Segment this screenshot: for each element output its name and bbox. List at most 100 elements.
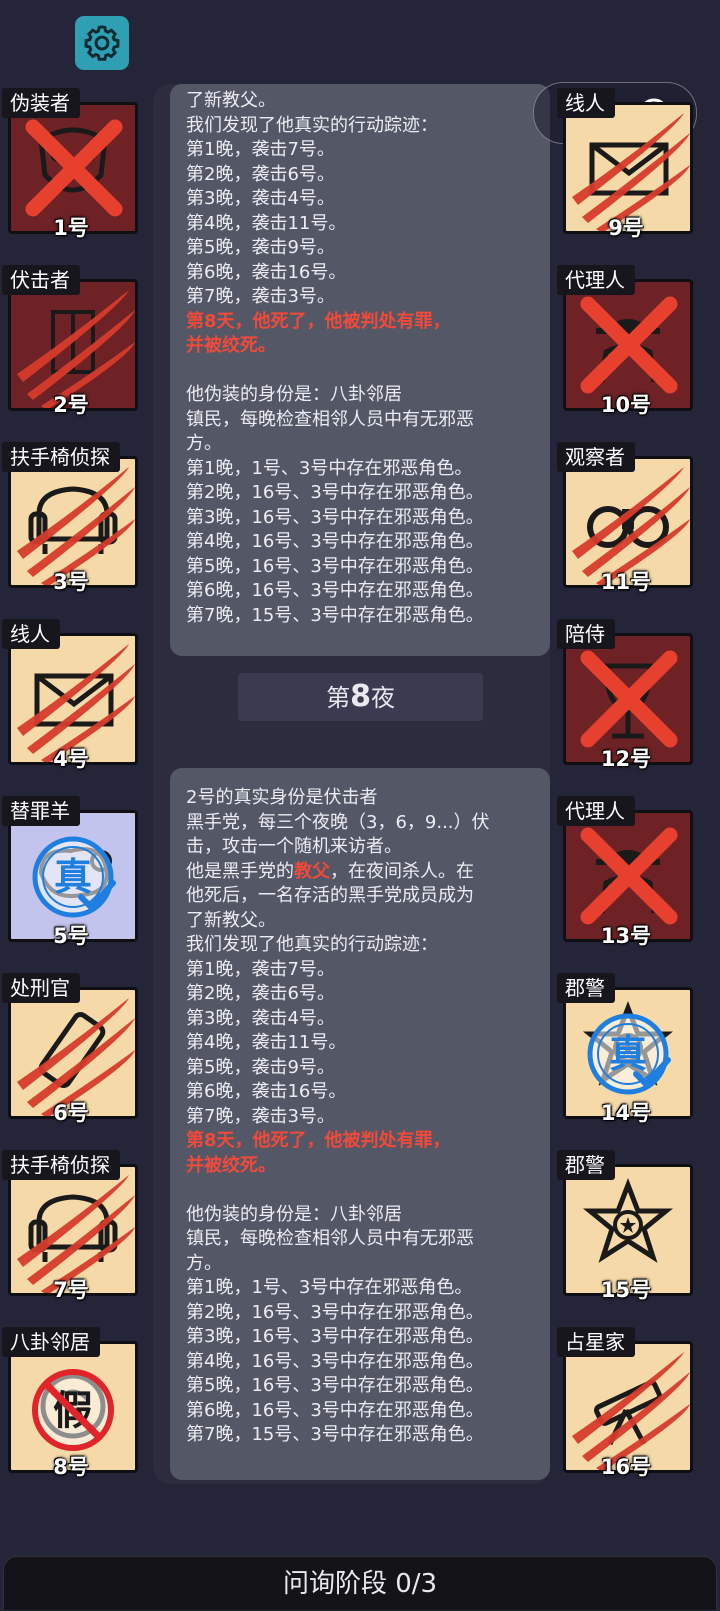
log-line: 方。 <box>186 1252 222 1274</box>
log-line: 第7晚，15号、3号中存在邪恶角色。 <box>186 604 484 626</box>
log-line: 第2晚，袭击6号。 <box>186 163 335 185</box>
log-line: 第5晚，袭击9号。 <box>186 237 335 258</box>
phase-bar[interactable]: 问询阶段 0/3 <box>3 1556 717 1610</box>
log-line: 了新教父。 <box>186 90 276 111</box>
role-name: 伏击者 <box>2 265 80 295</box>
log-line: 了新教父。 <box>186 909 276 931</box>
log-line: 第5晚，16号、3号中存在邪恶角色。 <box>186 555 484 577</box>
cross-mark <box>580 827 678 925</box>
player-number: 2号 <box>53 393 89 417</box>
log-line: 我们发现了他真实的行动踪迹： <box>186 934 438 955</box>
role-name: 扶手椅侦探 <box>2 1150 120 1180</box>
log-line: 他伪装的身份是：八卦邻居 <box>186 1203 402 1225</box>
log-line: 第7晚，袭击3号。 <box>186 286 335 307</box>
log-line: 第2晚，16号、3号中存在邪恶角色。 <box>186 482 484 503</box>
player-card-1号[interactable]: 伪装者 1号 <box>2 88 140 240</box>
night-suffix: 夜 <box>370 684 395 712</box>
player-card-13号[interactable]: 代理人 13号 <box>557 796 695 948</box>
player-card-6号[interactable]: 处刑官 6号 <box>2 973 140 1125</box>
role-name: 扶手椅侦探 <box>2 442 120 472</box>
log-line: 第3晚，袭击4号。 <box>186 1007 335 1029</box>
role-name: 占星家 <box>557 1327 635 1357</box>
player-number: 3号 <box>53 570 89 594</box>
player-card-2号[interactable]: 伏击者 2号 <box>2 265 140 417</box>
log-line: 第5晚，16号、3号中存在邪恶角色。 <box>186 1375 484 1396</box>
log-bubble-2[interactable]: 2号的真实身份是伏击者黑手党，每三个夜晚（3，6，9...）伏 击，攻击一个随机来… <box>170 768 550 1480</box>
true-stamp: 真 <box>32 836 116 918</box>
cross-mark <box>580 296 678 394</box>
log-line: 他伪装的身份是：八卦邻居 <box>186 384 402 405</box>
player-card-10号[interactable]: 代理人 10号 <box>557 265 695 417</box>
night-prefix: 第 <box>326 684 351 712</box>
log-line: 并被绞死。 <box>186 335 276 356</box>
log-line: 第1晚，1号、3号中存在邪恶角色。 <box>186 457 473 479</box>
player-number: 11号 <box>600 570 652 594</box>
settings-button[interactable] <box>75 16 129 70</box>
log-line: 第1晚，1号、3号中存在邪恶角色。 <box>186 1277 473 1298</box>
log-line: 第3晚，16号、3号中存在邪恶角色。 <box>186 1326 484 1347</box>
log-line: 击，攻击一个随机来访者。 <box>186 836 402 857</box>
log-line: 第6晚，袭击16号。 <box>186 261 347 283</box>
role-name: 替罪羊 <box>2 796 80 826</box>
highlight-term: 教父 <box>294 860 330 882</box>
role-name: 线人 <box>557 88 615 118</box>
player-number: 1号 <box>53 216 89 240</box>
player-card-11号[interactable]: 观察者 11号 <box>557 442 695 594</box>
player-number: 6号 <box>53 1101 89 1125</box>
player-number: 7号 <box>53 1278 89 1302</box>
log-line: 第2晚，16号、3号中存在邪恶角色。 <box>186 1301 484 1323</box>
log-line: 第2晚，袭击6号。 <box>186 983 335 1004</box>
player-number: 10号 <box>600 393 652 417</box>
player-number: 5号 <box>53 924 89 948</box>
log-line: 方。 <box>186 433 222 454</box>
fake-stamp: 假 <box>32 1369 114 1451</box>
log-bubble-1[interactable]: 了新教父。 我们发现了他真实的行动踪迹： 第1晚，袭击7号。 第2晚，袭击6号。 第3晚… <box>170 84 550 656</box>
role-name: 代理人 <box>557 796 635 826</box>
svg-text:真: 真 <box>54 855 92 899</box>
log-line: 第4晚，16号、3号中存在邪恶角色。 <box>186 1350 484 1372</box>
phase-label: 问询阶段 0/3 <box>282 1569 438 1599</box>
log-line: 第3晚，袭击4号。 <box>186 188 335 209</box>
player-card-8号[interactable]: 假 八卦邻居 8号 <box>2 1327 140 1479</box>
player-card-12号[interactable]: 陪侍 12号 <box>557 619 695 771</box>
player-card-16号[interactable]: 占星家 16号 <box>557 1327 695 1479</box>
role-name: 线人 <box>2 619 60 649</box>
log-line: 第7晚，袭击3号。 <box>186 1105 335 1127</box>
player-number: 14号 <box>600 1101 652 1125</box>
player-card-14号[interactable]: 真 郡警 14号 <box>557 973 695 1125</box>
player-number: 9号 <box>608 216 644 240</box>
log-line: 第5晚，袭击9号。 <box>186 1056 335 1078</box>
log-line: 第6晚，16号、3号中存在邪恶角色。 <box>186 1399 484 1421</box>
player-number: 15号 <box>600 1278 652 1302</box>
role-name: 代理人 <box>557 265 635 295</box>
player-card-3号[interactable]: 扶手椅侦探 3号 <box>2 442 140 594</box>
player-number: 8号 <box>53 1455 89 1479</box>
log-line: 镇民，每晚检查相邻人员中有无邪恶 <box>186 1228 474 1249</box>
log-line: 第6晚，袭击16号。 <box>186 1081 347 1102</box>
role-name: 陪侍 <box>557 619 615 649</box>
log-line: 第7晚，15号、3号中存在邪恶角色。 <box>186 1424 484 1445</box>
log-line: 黑手党，每三个夜晚（3，6，9...）伏 <box>186 811 490 833</box>
night-number: 8 <box>350 679 371 714</box>
log-line: 第8天，他死了，他被判处有罪， <box>186 1130 451 1151</box>
player-number: 12号 <box>600 747 652 771</box>
log-line: 镇民，每晚检查相邻人员中有无邪恶 <box>186 408 474 430</box>
svg-text:真: 真 <box>609 1032 647 1076</box>
log-line: 2号的真实身份是伏击者 <box>186 787 378 808</box>
log-line: 第1晚，袭击7号。 <box>186 958 335 980</box>
player-card-4号[interactable]: 线人 4号 <box>2 619 140 771</box>
player-card-9号[interactable]: 线人 9号 <box>557 88 695 240</box>
log-line: 第4晚，袭击11号。 <box>186 212 347 234</box>
log-line: 我们发现了他真实的行动踪迹： <box>186 114 438 136</box>
player-card-7号[interactable]: 扶手椅侦探 7号 <box>2 1150 140 1302</box>
log-line: 第6晚，16号、3号中存在邪恶角色。 <box>186 580 484 601</box>
log-line: 第1晚，袭击7号。 <box>186 139 335 160</box>
role-name: 观察者 <box>557 442 635 472</box>
log-line: 第4晚，袭击11号。 <box>186 1032 347 1053</box>
player-card-15号[interactable]: 郡警 15号 <box>557 1150 695 1302</box>
player-number: 16号 <box>600 1455 652 1479</box>
player-card-5号[interactable]: 真 替罪羊 5号 <box>2 796 140 948</box>
log-line: 第3晚，16号、3号中存在邪恶角色。 <box>186 506 484 528</box>
